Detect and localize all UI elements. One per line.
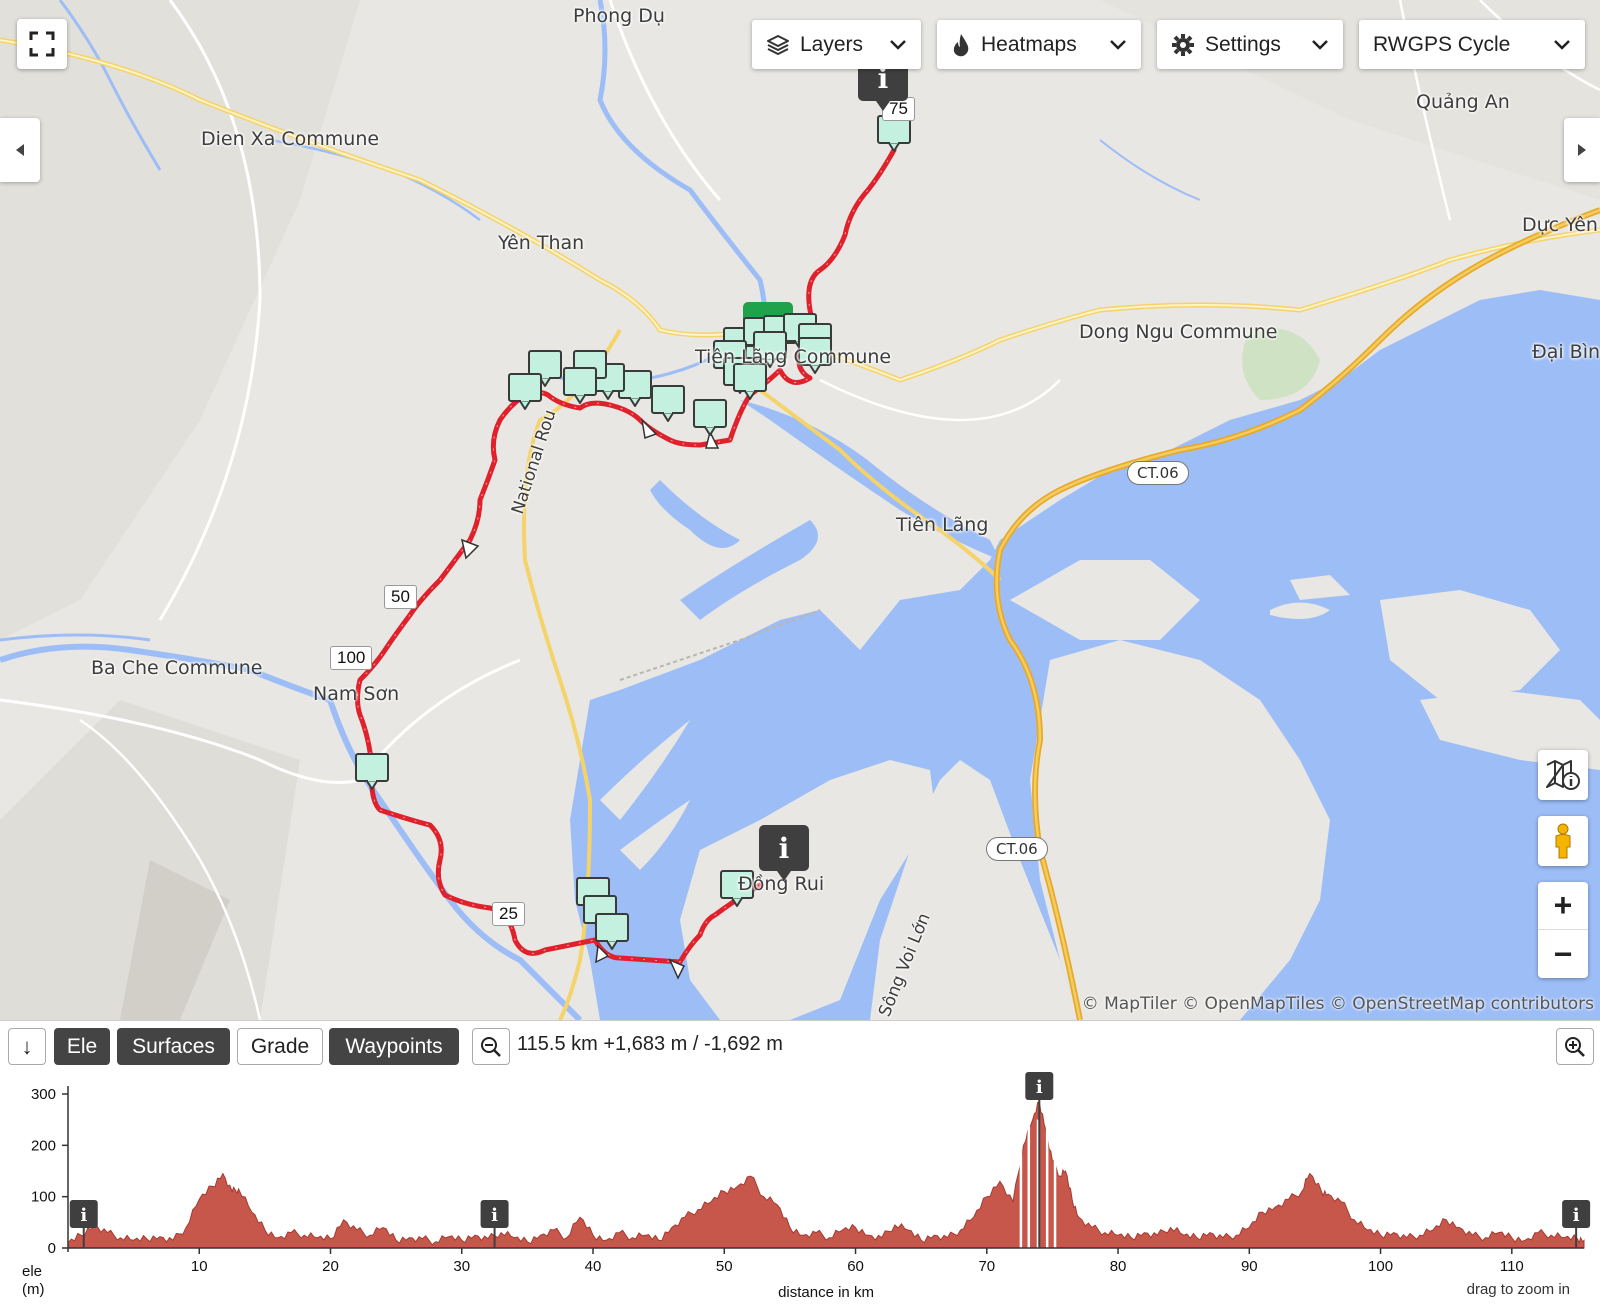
tab-surfaces[interactable]: Surfaces xyxy=(117,1028,230,1065)
road-shield: CT.06 xyxy=(1127,461,1189,485)
km-marker: 100 xyxy=(330,646,373,670)
elevation-area xyxy=(67,1100,1585,1249)
place-label: Yên Than xyxy=(498,232,585,254)
zoom-out-button[interactable]: − xyxy=(1538,930,1588,978)
layers-dropdown[interactable]: Layers xyxy=(752,20,921,69)
info-marker-glyph: i xyxy=(80,1205,87,1226)
profile-zoom-in-button[interactable] xyxy=(1556,1028,1594,1065)
route-stats: 115.5 km +1,683 m / -1,692 m xyxy=(517,1033,783,1055)
x-tick-label: 10 xyxy=(191,1258,208,1275)
map-info-button[interactable] xyxy=(1538,750,1588,800)
tab-ele[interactable]: Ele xyxy=(54,1028,110,1065)
drag-zoom-hint: drag to zoom in xyxy=(1467,1281,1570,1298)
elevation-chart[interactable]: 0 100 200 300 10 20 30 40 50 60 70 80 90 100 110 i i ii … xyxy=(0,1070,1600,1307)
zoom-in-button[interactable]: + xyxy=(1538,882,1588,930)
settings-dropdown[interactable]: Settings xyxy=(1157,20,1343,69)
triangle-left-icon xyxy=(16,144,24,156)
tab-waypoints[interactable]: Waypoints xyxy=(329,1028,459,1065)
basemap-dropdown[interactable]: RWGPS Cycle xyxy=(1359,20,1585,69)
chevron-down-icon xyxy=(1554,39,1570,50)
place-label: Quảng An xyxy=(1416,91,1510,113)
place-label: Phong Dụ xyxy=(573,5,665,27)
elevation-toolbar: ↓ Ele Surfaces Grade Waypoints 115.5 km … xyxy=(0,1020,1600,1070)
info-marker-glyph: i xyxy=(1036,1077,1043,1098)
chevron-down-icon xyxy=(1312,39,1328,50)
place-label: Dien Xa Commune xyxy=(201,128,380,150)
zoom-control: + − xyxy=(1538,882,1588,978)
magnifier-plus-icon xyxy=(1565,1036,1585,1057)
km-marker: 25 xyxy=(492,902,525,926)
gear-icon xyxy=(1172,33,1194,56)
collapse-profile-button[interactable]: ↓ xyxy=(8,1028,46,1065)
place-label: Tiên Lãng Commune xyxy=(695,346,892,368)
x-tick-label: 80 xyxy=(1110,1258,1127,1275)
triangle-right-icon xyxy=(1578,144,1586,156)
fullscreen-icon xyxy=(29,31,55,57)
x-tick-label: 100 xyxy=(1368,1258,1393,1275)
settings-label: Settings xyxy=(1205,32,1281,56)
direction-arrow xyxy=(460,538,480,560)
y-tick-label: 0 xyxy=(48,1240,56,1257)
place-label: Ba Che Commune xyxy=(91,657,263,679)
x-tick-label: 50 xyxy=(716,1258,733,1275)
road-shield: CT.06 xyxy=(986,837,1048,861)
collapse-right-button[interactable] xyxy=(1564,118,1600,182)
x-tick-label: 40 xyxy=(585,1258,602,1275)
y-tick-label: 100 xyxy=(31,1189,56,1206)
x-tick-label: 30 xyxy=(453,1258,470,1275)
ride-planner: Phong Dụ Dien Xa Commune Quảng An Yên Th… xyxy=(0,0,1600,1307)
basemap-label: RWGPS Cycle xyxy=(1373,32,1511,56)
chart-info-markers: i i i i xyxy=(69,1072,1591,1248)
heatmaps-dropdown[interactable]: Heatmaps xyxy=(937,20,1141,69)
x-tick-label: 90 xyxy=(1241,1258,1258,1275)
map-view[interactable]: Phong Dụ Dien Xa Commune Quảng An Yên Th… xyxy=(0,0,1600,1020)
collapse-left-button[interactable] xyxy=(0,118,40,182)
layers-icon xyxy=(767,34,789,55)
chevron-down-icon xyxy=(1110,39,1126,50)
x-tick-label: 20 xyxy=(322,1258,339,1275)
x-tick-label: 60 xyxy=(847,1258,864,1275)
arrow-down-icon: ↓ xyxy=(21,1033,33,1059)
fullscreen-button[interactable] xyxy=(17,19,67,69)
elevation-profile-fill xyxy=(67,1100,1585,1249)
profile-zoom-out-button[interactable] xyxy=(472,1028,510,1065)
y-tick-label: 300 xyxy=(31,1086,56,1103)
x-axis-label: distance in km xyxy=(778,1284,874,1301)
layers-label: Layers xyxy=(800,32,864,56)
x-tick-label: 110 xyxy=(1500,1258,1524,1275)
km-marker: 50 xyxy=(384,585,417,609)
flame-icon xyxy=(953,33,969,56)
street-view-button[interactable] xyxy=(1538,816,1588,866)
place-label: Nam Sơn xyxy=(313,683,400,705)
map-attribution[interactable]: © MapTiler © OpenMapTiles © OpenStreetMa… xyxy=(1082,994,1594,1014)
y-axis-unit: (m) xyxy=(22,1281,45,1298)
y-axis-label: ele xyxy=(22,1263,42,1280)
x-tick-label: 70 xyxy=(978,1258,995,1275)
pegman-icon xyxy=(1555,823,1571,859)
place-label: Tiên Lãng xyxy=(896,514,989,536)
y-tick-label: 200 xyxy=(31,1137,56,1154)
place-label: Dực Yên xyxy=(1522,214,1598,236)
chevron-down-icon xyxy=(890,39,906,50)
info-marker-glyph: i xyxy=(491,1205,498,1226)
tab-grade[interactable]: Grade xyxy=(237,1028,323,1065)
heatmaps-label: Heatmaps xyxy=(981,32,1077,56)
info-pin[interactable]: i xyxy=(759,825,809,881)
place-label: Dong Ngu Commune xyxy=(1079,321,1278,343)
info-marker-glyph: i xyxy=(1573,1205,1580,1226)
magnifier-minus-icon xyxy=(481,1036,501,1057)
map-info-icon xyxy=(1546,760,1580,790)
start-marker[interactable] xyxy=(743,302,793,338)
place-label: Đại Bìn xyxy=(1532,341,1600,363)
